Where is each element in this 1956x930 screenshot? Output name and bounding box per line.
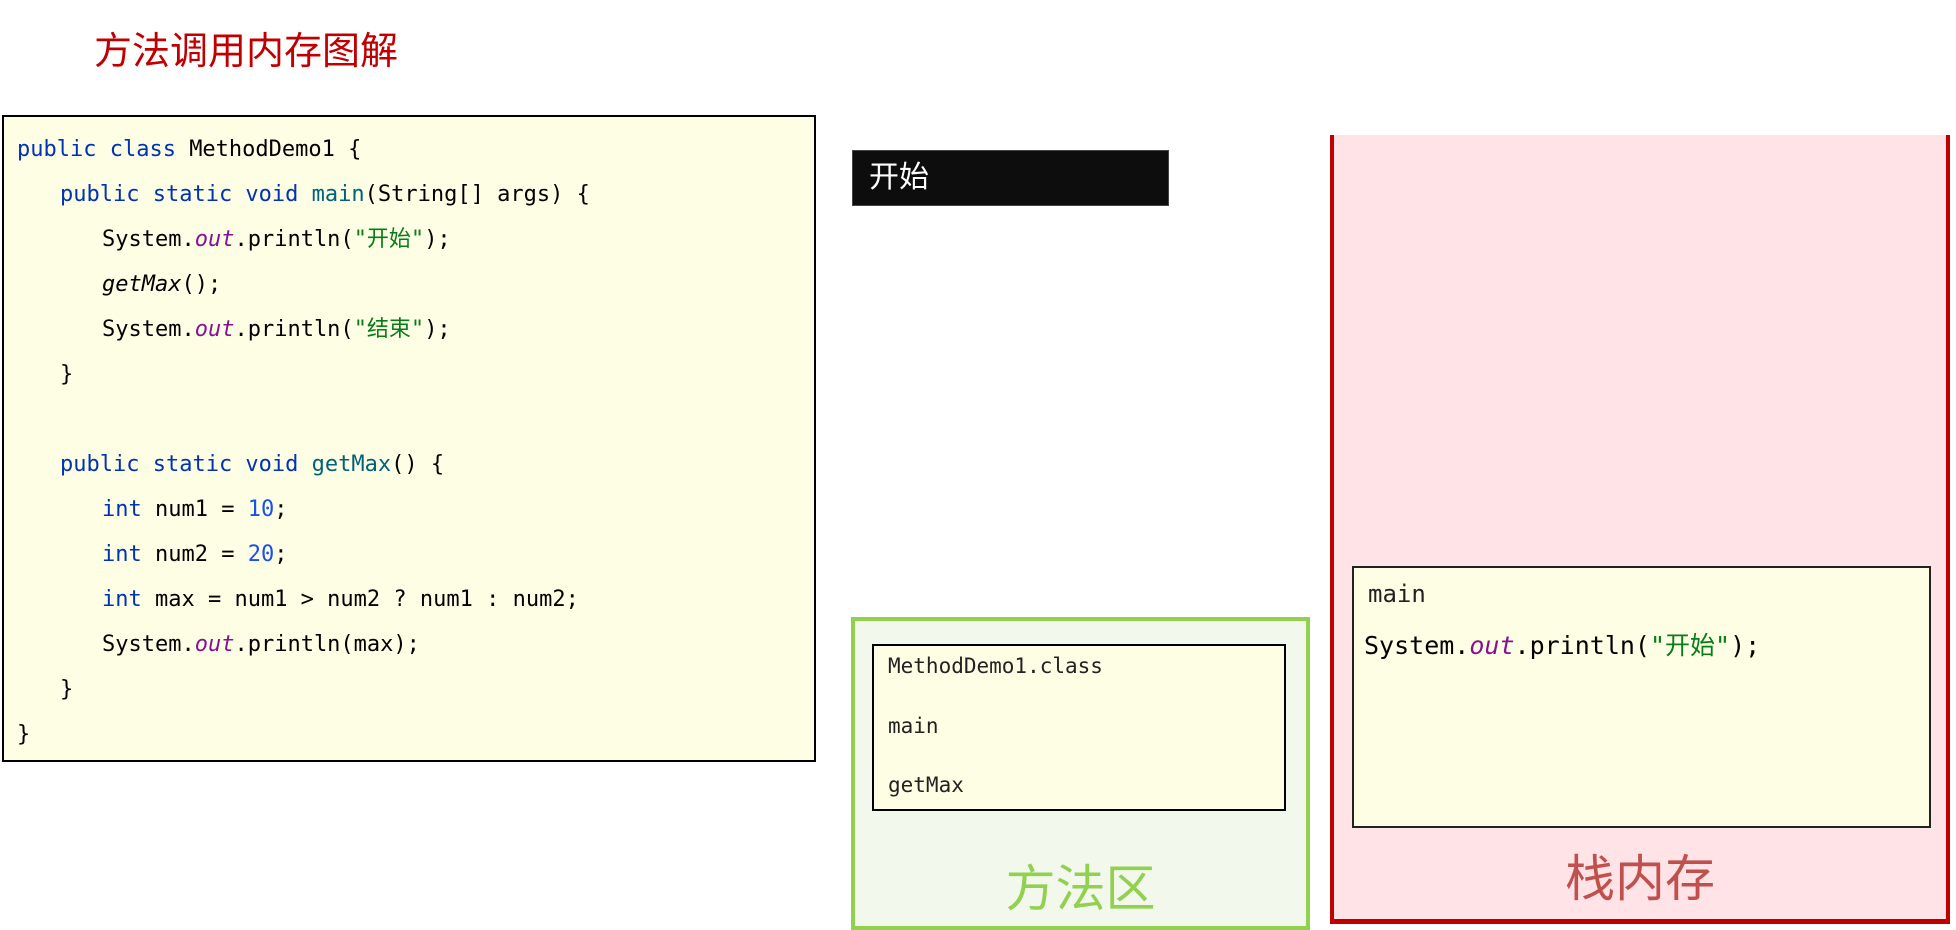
code-token: System.	[102, 632, 195, 657]
code-token: "结束"	[353, 317, 425, 342]
code-token: int	[102, 497, 155, 522]
code-token: int	[102, 587, 155, 612]
code-line: System.out.println("结束");	[102, 315, 451, 345]
code-token: public static void	[60, 182, 312, 207]
code-token: );	[1730, 631, 1761, 660]
code-token: main	[311, 182, 365, 207]
code-token: ;	[274, 542, 288, 567]
method-getmax: getMax	[888, 773, 964, 797]
stack-frame-main: main System.out.println("开始");	[1352, 566, 1931, 828]
code-token: }	[17, 722, 31, 747]
code-line: int max = num1 > num2 ? num1 : num2;	[102, 585, 579, 615]
code-token: getMax	[311, 452, 392, 477]
code-token: ();	[181, 272, 222, 297]
code-token: num2 =	[154, 542, 248, 567]
code-token: 10	[247, 497, 275, 522]
method-area-label: 方法区	[1005, 860, 1156, 918]
frame-name: main	[1368, 580, 1426, 608]
code-token: out	[194, 632, 235, 657]
code-line: public class MethodDemo1 {	[17, 135, 361, 165]
method-area: MethodDemo1.class main getMax 方法区	[851, 617, 1310, 930]
code-token: .println(	[234, 317, 354, 342]
code-token: num1 =	[154, 497, 248, 522]
code-token: .println(max);	[234, 632, 420, 657]
code-token: }	[60, 362, 74, 387]
code-token: MethodDemo1 {	[189, 137, 362, 162]
code-token: .println(	[1514, 631, 1650, 660]
code-token: System.	[102, 227, 195, 252]
code-token: System.	[102, 317, 195, 342]
code-line: int num1 = 10;	[102, 495, 287, 525]
code-token: ;	[274, 497, 288, 522]
code-panel: public class MethodDemo1 { public static …	[2, 115, 816, 762]
code-token: );	[424, 227, 451, 252]
code-token: "开始"	[353, 227, 425, 252]
code-token: int	[102, 542, 155, 567]
console-output: 开始	[852, 150, 1169, 206]
stack-memory-label: 栈内存	[1565, 850, 1715, 908]
code-token: getMax	[102, 272, 182, 297]
code-line: }	[17, 720, 30, 750]
console-output-text: 开始	[869, 160, 929, 195]
code-line: }	[60, 675, 73, 705]
code-line: }	[60, 360, 73, 390]
code-line: int num2 = 20;	[102, 540, 287, 570]
code-token: 20	[247, 542, 275, 567]
code-token: (String[] args) {	[364, 182, 590, 207]
code-token: "开始"	[1649, 631, 1731, 660]
frame-statement: System.out.println("开始");	[1364, 626, 1760, 662]
class-name: MethodDemo1.class	[888, 654, 1103, 678]
stack-memory: main System.out.println("开始"); 栈内存	[1330, 135, 1950, 924]
method-main: main	[888, 714, 939, 738]
code-line: System.out.println("开始");	[102, 225, 451, 255]
class-info-box: MethodDemo1.class main getMax	[872, 644, 1286, 811]
code-line: getMax();	[102, 270, 221, 300]
code-token: .println(	[234, 227, 354, 252]
code-token: }	[60, 677, 74, 702]
code-token: );	[424, 317, 451, 342]
diagram-title: 方法调用内存图解	[94, 29, 399, 73]
code-token: System.	[1364, 631, 1470, 660]
code-token: public static void	[60, 452, 312, 477]
code-token: () {	[391, 452, 445, 477]
code-line: public static void getMax() {	[60, 450, 444, 480]
code-token: max = num1 > num2 ? num1 : num2;	[154, 587, 579, 612]
code-line: public static void main(String[] args) {	[60, 180, 590, 210]
code-line: System.out.println(max);	[102, 630, 420, 660]
code-token: out	[194, 317, 235, 342]
code-token: out	[1469, 631, 1515, 660]
code-token: out	[194, 227, 235, 252]
code-token: public class	[17, 137, 190, 162]
